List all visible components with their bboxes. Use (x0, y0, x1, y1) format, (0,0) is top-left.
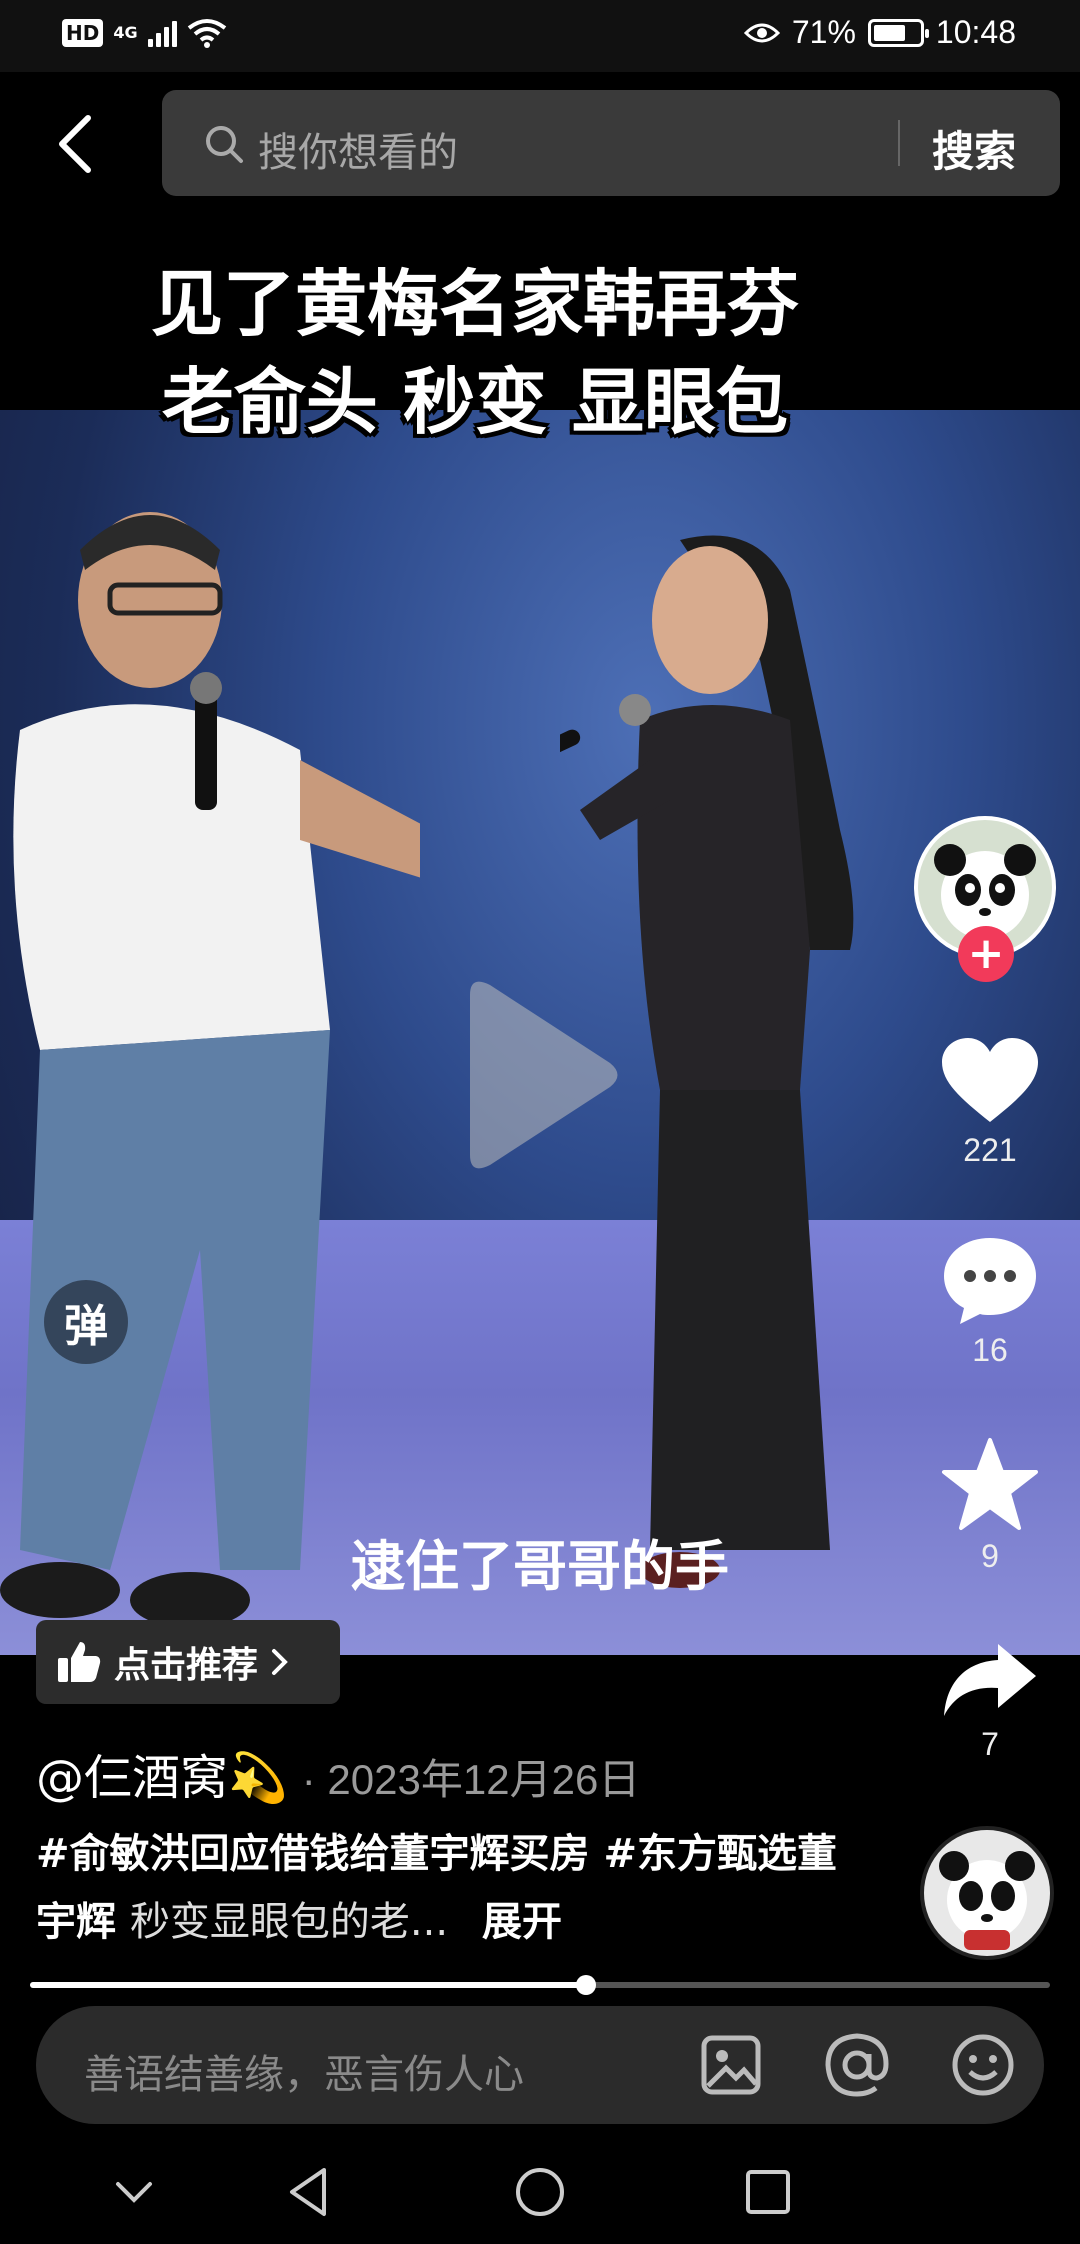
signal-icon (147, 19, 177, 47)
status-right: 71% 10:48 (743, 14, 1016, 51)
video-progress-bar[interactable] (30, 1975, 1050, 1995)
music-disc[interactable] (920, 1826, 1054, 1960)
progress-fill (30, 1982, 586, 1988)
system-nav-bar (0, 2140, 1080, 2244)
expand-button[interactable]: 展开 (482, 1899, 562, 1945)
chevron-right-icon (272, 1649, 288, 1675)
at-icon[interactable] (822, 2030, 892, 2100)
video-subtitle: 逮住了哥哥的手 (351, 1535, 729, 1598)
like-button[interactable]: 221 (920, 1036, 1060, 1169)
recommend-label: 点击推荐 (114, 1645, 259, 1686)
progress-knob[interactable] (575, 1975, 596, 1995)
man-figure (0, 512, 420, 1628)
star-icon (942, 1438, 1038, 1530)
comment-input[interactable]: 善语结善缘，恶言伤人心 (36, 2006, 1044, 2124)
eye-comfort-icon (743, 23, 780, 42)
comment-count: 16 (972, 1332, 1008, 1368)
heart-icon (942, 1038, 1038, 1122)
hd-badge: HD (62, 19, 104, 47)
status-bar: HD 4G 71% 10:48 (0, 0, 1080, 72)
share-button[interactable]: 7 (920, 1640, 1060, 1763)
nav-down-icon[interactable] (104, 2162, 164, 2222)
hashtag-link[interactable]: #俞敏洪回应借钱给董宇辉买房 (36, 1831, 590, 1877)
battery-percent: 71% (791, 14, 856, 50)
post-text: 秒变显眼包的老... (129, 1899, 449, 1945)
video-title-line-2: 老俞头 秒变 显眼包 (161, 360, 789, 444)
search-input[interactable]: 搜你想看的 搜索 (162, 90, 1060, 196)
back-arrow-icon[interactable] (52, 112, 100, 176)
image-icon[interactable] (696, 2030, 766, 2100)
network-type: 4G (113, 23, 138, 42)
battery-icon (867, 18, 929, 47)
play-icon[interactable] (460, 975, 620, 1175)
search-divider (898, 120, 900, 166)
panda-avatar-icon (924, 1830, 1050, 1956)
follow-button[interactable]: + (958, 926, 1014, 982)
status-left: HD 4G (62, 18, 227, 48)
share-arrow-icon (944, 1644, 1036, 1716)
recommend-button[interactable]: 点击推荐 (36, 1620, 340, 1704)
share-count: 7 (981, 1726, 999, 1762)
favorite-count: 9 (981, 1538, 999, 1574)
search-placeholder: 搜你想看的 (258, 130, 458, 176)
search-button[interactable]: 搜索 (932, 118, 1016, 179)
video-player[interactable]: 见了黄梅名家韩再芬 老俞头 秒变 显眼包 逮住了哥哥的手 (0, 230, 1080, 1655)
wifi-icon (187, 19, 226, 48)
post-description: #俞敏洪回应借钱给董宇辉买房 #东方甄选董宇辉 秒变显眼包的老... 展开 (36, 1820, 856, 1956)
comment-button[interactable]: 16 (920, 1234, 1060, 1369)
like-count: 221 (963, 1132, 1017, 1168)
thumbs-up-icon (58, 1642, 101, 1682)
author-line: @仨酒窝💫 · 2023年12月26日 (36, 1738, 640, 1808)
nav-recents-icon[interactable] (738, 2162, 798, 2222)
comment-placeholder: 善语结善缘，恶言伤人心 (84, 2052, 524, 2098)
post-date: · 2023年12月26日 (301, 1756, 641, 1803)
nav-back-icon[interactable] (280, 2162, 340, 2222)
search-icon (206, 126, 243, 163)
author-name[interactable]: @仨酒窝💫 (36, 1738, 288, 1808)
emoji-icon[interactable] (948, 2030, 1018, 2100)
favorite-button[interactable]: 9 (920, 1436, 1060, 1575)
danmaku-toggle-button[interactable]: 弹 (44, 1280, 128, 1364)
nav-home-icon[interactable] (510, 2162, 570, 2222)
video-title-line-1: 见了黄梅名家韩再芬 (150, 262, 799, 346)
comment-bubble-icon (944, 1238, 1036, 1324)
clock: 10:48 (935, 14, 1016, 50)
